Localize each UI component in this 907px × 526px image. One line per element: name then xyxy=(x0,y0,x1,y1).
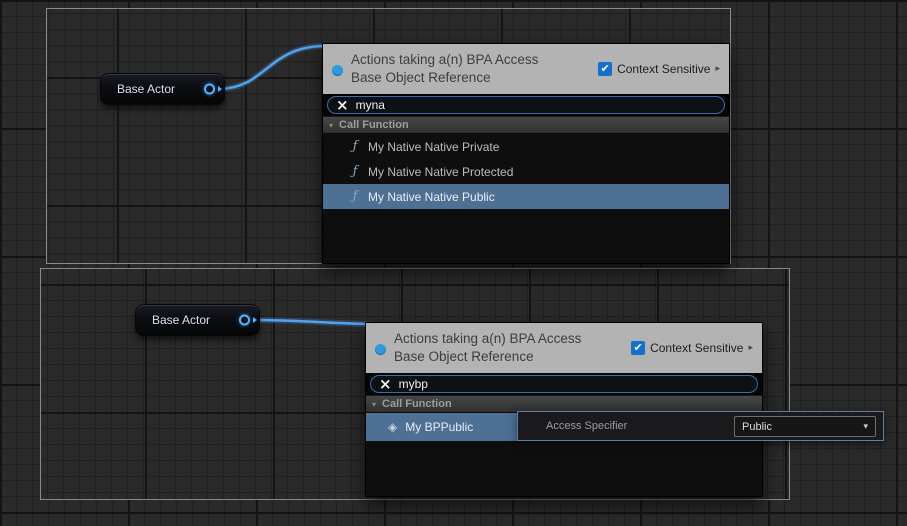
menu-item-label: My Native Native Public xyxy=(368,190,495,204)
pin-arrow-icon xyxy=(218,86,222,92)
node-base-actor-top[interactable]: Base Actor xyxy=(100,73,225,105)
menu-empty-area xyxy=(323,209,729,263)
category-label: Call Function xyxy=(339,119,409,131)
pin-arrow-icon xyxy=(253,317,257,323)
clear-search-icon[interactable]: × xyxy=(336,98,349,112)
context-sensitive-label: Context Sensitive xyxy=(617,62,710,76)
menu-item-my-native-native-protected[interactable]: ƒ My Native Native Protected xyxy=(323,159,729,184)
menu-empty-area xyxy=(366,441,762,496)
output-pin-icon[interactable] xyxy=(239,315,250,326)
function-icon: ƒ xyxy=(350,139,360,154)
context-sensitive-toggle[interactable]: ✔ Context Sensitive ▸ xyxy=(631,341,753,355)
graph-background: Base Actor Base Actor Actions taking a(n… xyxy=(0,0,907,526)
submenu-arrow-icon: ▸ xyxy=(748,343,753,353)
node-title: Base Actor xyxy=(152,313,210,327)
output-pin-icon[interactable] xyxy=(204,84,215,95)
node-base-actor-bottom[interactable]: Base Actor xyxy=(135,304,260,336)
search-input[interactable] xyxy=(356,98,716,112)
access-specifier-dropdown[interactable]: Public ▾ xyxy=(734,416,876,437)
reference-pin-icon xyxy=(332,65,343,76)
clear-search-icon[interactable]: × xyxy=(379,377,392,391)
menu-item-label: My BPPublic xyxy=(405,420,473,434)
collapse-triangle-icon: ▾ xyxy=(372,400,376,409)
function-icon: ƒ xyxy=(350,189,360,204)
search-input[interactable] xyxy=(399,377,749,391)
context-sensitive-toggle[interactable]: ✔ Context Sensitive ▸ xyxy=(598,62,720,76)
dropdown-value: Public xyxy=(742,421,772,433)
collapse-triangle-icon: ▾ xyxy=(329,121,333,130)
search-field[interactable]: × xyxy=(327,96,725,114)
menu-header: Actions taking a(n) BPA Access Base Obje… xyxy=(323,44,729,94)
blueprint-function-icon: ◈ xyxy=(388,420,397,434)
checkbox-checked-icon[interactable]: ✔ xyxy=(598,62,612,76)
context-menu-bottom: Actions taking a(n) BPA Access Base Obje… xyxy=(365,322,763,497)
function-icon: ƒ xyxy=(350,164,360,179)
search-row: × xyxy=(323,94,729,116)
context-sensitive-label: Context Sensitive xyxy=(650,341,743,355)
submenu-arrow-icon: ▸ xyxy=(715,64,720,74)
menu-item-label: My Native Native Protected xyxy=(368,165,513,179)
menu-item-my-native-native-public[interactable]: ƒ My Native Native Public xyxy=(323,184,729,209)
checkbox-checked-icon[interactable]: ✔ xyxy=(631,341,645,355)
search-field[interactable]: × xyxy=(370,375,758,393)
category-call-function[interactable]: ▾ Call Function xyxy=(323,116,729,134)
access-specifier-label: Access Specifier xyxy=(546,420,627,432)
menu-item-my-native-native-private[interactable]: ƒ My Native Native Private xyxy=(323,134,729,159)
context-menu-top: Actions taking a(n) BPA Access Base Obje… xyxy=(322,43,730,264)
search-row: × xyxy=(366,373,762,395)
menu-item-label: My Native Native Private xyxy=(368,140,499,154)
menu-header: Actions taking a(n) BPA Access Base Obje… xyxy=(366,323,762,373)
chevron-down-icon: ▾ xyxy=(863,422,868,432)
access-specifier-tooltip: Access Specifier Public ▾ xyxy=(517,411,884,441)
reference-pin-icon xyxy=(375,344,386,355)
category-label: Call Function xyxy=(382,398,452,410)
node-title: Base Actor xyxy=(117,82,175,96)
